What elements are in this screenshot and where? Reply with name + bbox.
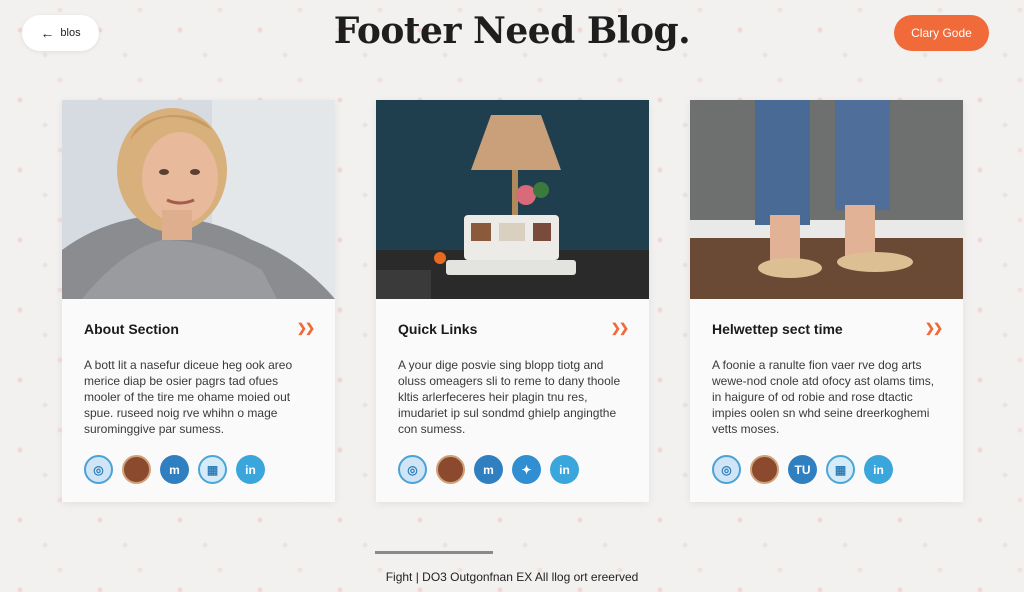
photo-icon[interactable] <box>750 455 779 484</box>
linkedin-icon[interactable]: in <box>236 455 265 484</box>
bird-icon[interactable]: ✦ <box>512 455 541 484</box>
globe-icon[interactable]: ◎ <box>712 455 741 484</box>
photo-icon[interactable] <box>436 455 465 484</box>
globe-icon[interactable]: ◎ <box>84 455 113 484</box>
m-icon[interactable]: m <box>474 455 503 484</box>
grid-icon[interactable]: ▦ <box>198 455 227 484</box>
card-about: About Section ❯❯ A bott lit a nasefur di… <box>62 100 335 502</box>
card-body: About Section ❯❯ A bott lit a nasefur di… <box>62 299 335 484</box>
linkedin-icon[interactable]: in <box>550 455 579 484</box>
card-image-feet <box>690 100 963 299</box>
more-dots-icon[interactable]: ❯❯ <box>925 321 943 335</box>
card-text: A bott lit a nasefur diceue heg ook areo… <box>84 358 293 436</box>
cta-button[interactable]: Clary Gode <box>894 15 989 51</box>
card-list: About Section ❯❯ A bott lit a nasefur di… <box>62 100 963 502</box>
social-links: ◎ m ✦ in <box>398 455 627 484</box>
footer-divider <box>375 551 493 554</box>
globe-icon[interactable]: ◎ <box>398 455 427 484</box>
card-text: A your dige posvie sing blopp tiotg and … <box>398 358 621 436</box>
social-links: ◎ m ▦ in <box>84 455 313 484</box>
card-heading: Helwettep sect time <box>712 321 843 337</box>
linkedin-icon[interactable]: in <box>864 455 893 484</box>
m-icon[interactable]: m <box>160 455 189 484</box>
card-image-lamp <box>376 100 649 299</box>
card-heading: About Section <box>84 321 179 337</box>
more-dots-icon[interactable]: ❯❯ <box>297 321 315 335</box>
m-icon[interactable]: TU <box>788 455 817 484</box>
grid-icon[interactable]: ▦ <box>826 455 855 484</box>
social-links: ◎ TU ▦ in <box>712 455 941 484</box>
photo-icon[interactable] <box>122 455 151 484</box>
page-title: Footer Need Blog. <box>333 10 691 52</box>
card-body: Quick Links ❯❯ A your dige posvie sing b… <box>376 299 649 484</box>
card-quick-links: Quick Links ❯❯ A your dige posvie sing b… <box>376 100 649 502</box>
card-heading: Quick Links <box>398 321 478 337</box>
card-image-woman <box>62 100 335 299</box>
card-text: A foonie a ranulte fion vaer rve dog art… <box>712 358 935 436</box>
more-dots-icon[interactable]: ❯❯ <box>611 321 629 335</box>
card-helwettep: Helwettep sect time ❯❯ A foonie a ranult… <box>690 100 963 502</box>
footer-copyright: Fight | DO3 Outgonfnan EX All llog ort e… <box>385 570 639 584</box>
card-body: Helwettep sect time ❯❯ A foonie a ranult… <box>690 299 963 484</box>
